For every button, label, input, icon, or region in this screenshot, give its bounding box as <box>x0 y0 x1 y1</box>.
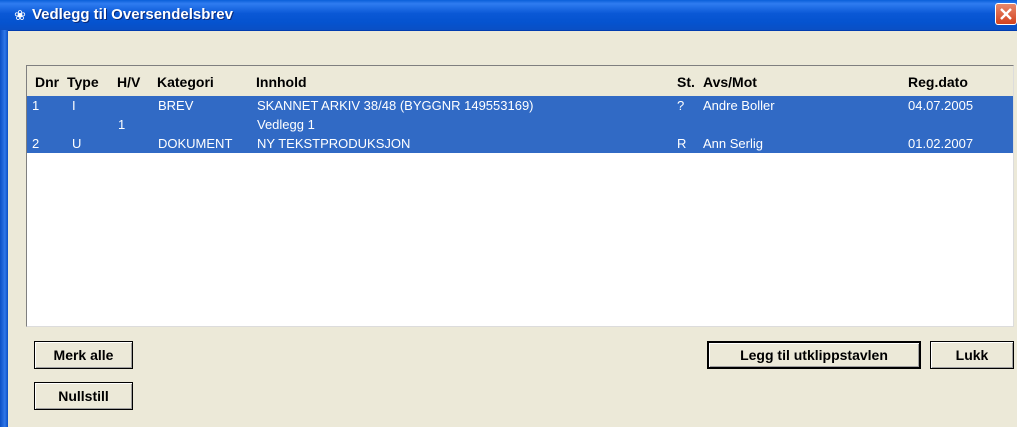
header-avsmot[interactable]: Avs/Mot <box>703 74 757 90</box>
cell-kategori: DOKUMENT <box>158 136 233 151</box>
cell-hv: 1 <box>118 117 126 132</box>
table-row[interactable]: 1 Vedlegg 1 <box>27 115 1013 134</box>
merk-alle-button[interactable]: Merk alle <box>34 341 133 369</box>
header-dnr[interactable]: Dnr <box>35 74 59 90</box>
window-frame-left <box>0 30 8 427</box>
header-type[interactable]: Type <box>67 74 99 90</box>
cell-regdato: 04.07.2005 <box>908 98 974 113</box>
cell-innhold: NY TEKSTPRODUKSJON <box>257 136 411 151</box>
cell-status: ? <box>677 98 685 113</box>
header-status[interactable]: St. <box>677 74 695 90</box>
header-regdato[interactable]: Reg.dato <box>908 74 968 90</box>
cell-type: I <box>72 98 76 113</box>
lukk-button[interactable]: Lukk <box>930 341 1014 369</box>
list-header: Dnr Type H/V Kategori Innhold St. Avs/Mo… <box>27 66 1013 96</box>
header-kategori[interactable]: Kategori <box>157 74 214 90</box>
title-bar[interactable]: ❀ Vedlegg til Oversendelsbrev <box>0 0 1017 31</box>
close-button[interactable] <box>995 3 1017 25</box>
legg-til-utklippstavlen-button[interactable]: Legg til utklippstavlen <box>707 341 921 369</box>
header-hv[interactable]: H/V <box>117 74 140 90</box>
nullstill-button[interactable]: Nullstill <box>34 382 133 410</box>
cell-avsmot: Andre Boller <box>703 98 775 113</box>
cell-status: R <box>677 136 687 151</box>
cell-dnr: 2 <box>32 136 40 151</box>
table-row[interactable]: 2 U DOKUMENT NY TEKSTPRODUKSJON R Ann Se… <box>27 134 1013 153</box>
cell-regdato: 01.02.2007 <box>908 136 974 151</box>
cell-innhold: SKANNET ARKIV 38/48 (BYGGNR 149553169) <box>257 98 534 113</box>
window-title: Vedlegg til Oversendelsbrev <box>32 6 233 23</box>
cell-type: U <box>72 136 82 151</box>
cell-innhold: Vedlegg 1 <box>257 117 315 132</box>
close-icon <box>1000 8 1012 20</box>
cell-dnr: 1 <box>32 98 40 113</box>
cell-avsmot: Ann Serlig <box>703 136 763 151</box>
header-innhold[interactable]: Innhold <box>256 74 307 90</box>
cell-kategori: BREV <box>158 98 194 113</box>
table-row[interactable]: 1 I BREV SKANNET ARKIV 38/48 (BYGGNR 149… <box>27 96 1013 115</box>
app-icon: ❀ <box>14 7 26 23</box>
attachments-list[interactable]: Dnr Type H/V Kategori Innhold St. Avs/Mo… <box>26 65 1014 327</box>
